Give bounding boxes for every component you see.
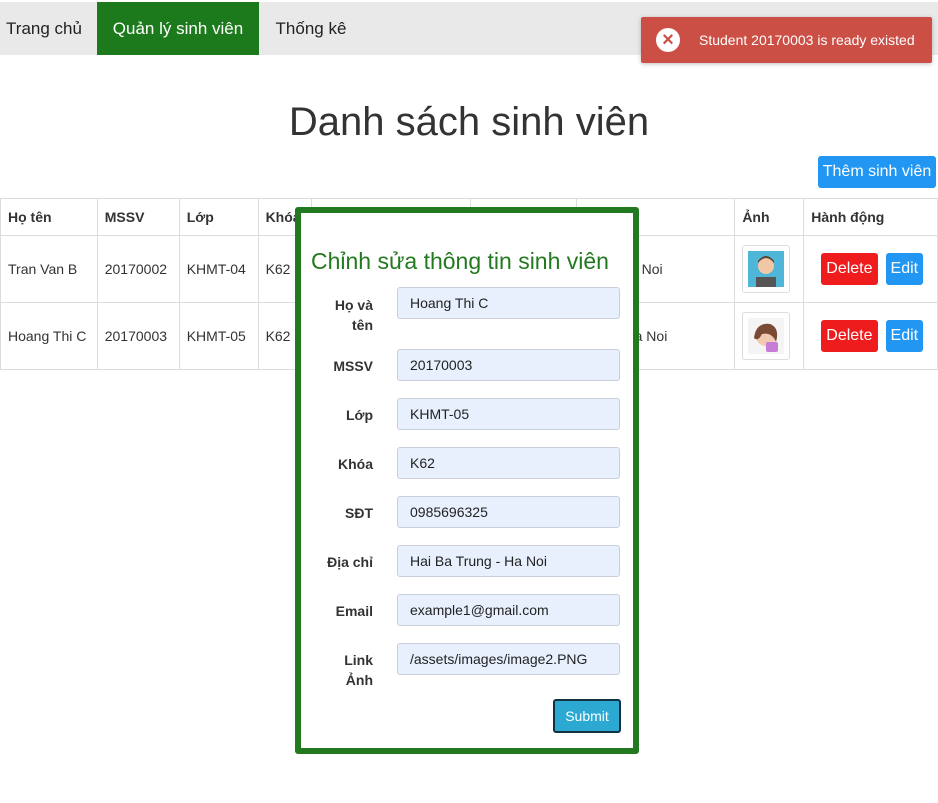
cell-mssv: 20170002 [96,235,180,303]
close-circle-icon[interactable]: × [656,28,680,52]
delete-button[interactable]: Delete [821,320,878,352]
email-input[interactable] [397,594,620,626]
column-header-photo: Ảnh [734,198,805,236]
cell-class: KHMT-04 [178,235,259,303]
course-input[interactable] [397,447,620,479]
toast-message: Student 20170003 is ready existed [699,32,915,48]
label-class: Lớp [345,407,373,423]
error-toast: × Student 20170003 is ready existed [641,17,932,63]
address-input[interactable] [397,545,620,577]
column-header-mssv: MSSV [96,198,180,236]
cell-mssv: 20170003 [96,302,180,370]
add-student-button[interactable]: Thêm sinh viên [818,156,936,188]
column-header-class: Lớp [178,198,259,236]
delete-button[interactable]: Delete [821,253,878,285]
avatar-male-icon [742,245,791,293]
nav-item-home[interactable]: Trang chủ [0,2,88,55]
avatar-female-icon [742,312,791,360]
label-mssv: MSSV [333,358,373,374]
cell-actions: Delete Edit [803,235,938,303]
nav-item-statistics[interactable]: Thống kê [266,2,356,55]
fullname-input[interactable] [397,287,620,319]
cell-photo [734,235,805,303]
cell-photo [734,302,805,370]
image-link-input[interactable] [397,643,620,675]
column-header-name: Họ tên [0,198,98,236]
cell-actions: Delete Edit [803,302,938,370]
submit-button[interactable]: Submit [553,699,621,733]
edit-student-modal: Chỉnh sửa thông tin sinh viên Họ và tên … [295,207,639,754]
cell-name: Hoang Thi C [0,302,98,370]
modal-title: Chỉnh sửa thông tin sinh viên [311,248,609,274]
label-phone: SĐT [345,505,373,521]
edit-button[interactable]: Edit [885,320,924,352]
label-fullname: Họ và tên [334,297,373,333]
mssv-input[interactable] [397,349,620,381]
label-image-link: Link Ảnh [344,652,373,688]
edit-button[interactable]: Edit [885,253,924,285]
page-title: Danh sách sinh viên [288,100,650,144]
label-email: Email [335,603,373,619]
cell-class: KHMT-05 [178,302,259,370]
column-header-actions: Hành động [803,198,938,236]
phone-input[interactable] [397,496,620,528]
nav-item-student-management[interactable]: Quản lý sinh viên [97,2,259,55]
cell-name: Tran Van B [0,235,98,303]
class-input[interactable] [397,398,620,430]
label-address: Địa chỉ [327,554,373,570]
label-course: Khóa [338,456,373,472]
